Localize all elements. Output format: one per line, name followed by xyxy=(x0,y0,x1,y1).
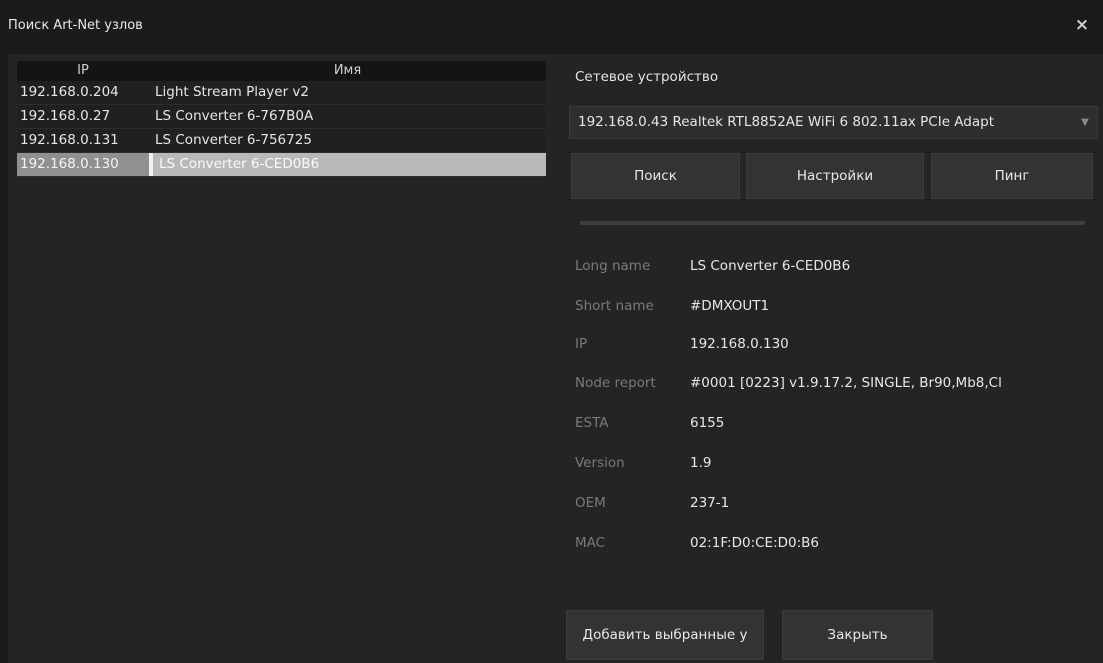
search-button[interactable]: Поиск xyxy=(571,153,740,199)
add-selected-button[interactable]: Добавить выбранные у xyxy=(566,610,764,660)
divider xyxy=(580,221,1085,225)
window-title: Поиск Art-Net узлов xyxy=(8,18,143,33)
row-ip: 192.168.0.27 xyxy=(20,108,111,124)
detail-label-node-report: Node report xyxy=(575,375,656,391)
detail-label-oem: OEM xyxy=(575,495,606,511)
detail-value-node-report: #0001 [0223] v1.9.17.2, SINGLE, Br90,Mb8… xyxy=(690,375,1002,391)
row-name: LS Converter 6-767B0A xyxy=(155,108,314,124)
table-row[interactable]: 192.168.0.204 Light Stream Player v2 xyxy=(17,81,546,105)
row-ip: 192.168.0.204 xyxy=(20,84,119,100)
row-ip: 192.168.0.130 xyxy=(17,153,149,176)
detail-label-ip: IP xyxy=(575,336,588,352)
chevron-down-icon[interactable]: ▼ xyxy=(1073,107,1097,138)
table-row[interactable]: 192.168.0.27 LS Converter 6-767B0A xyxy=(17,105,546,129)
close-icon[interactable]: × xyxy=(1071,14,1093,36)
detail-value-ip: 192.168.0.130 xyxy=(690,336,789,352)
row-name: Light Stream Player v2 xyxy=(155,84,309,100)
row-name: LS Converter 6-CED0B6 xyxy=(153,153,546,176)
title-bar: Поиск Art-Net узлов × xyxy=(0,0,1103,54)
detail-label-esta: ESTA xyxy=(575,415,609,431)
column-header-name[interactable]: Имя xyxy=(149,61,546,81)
network-device-label: Сетевое устройство xyxy=(575,69,719,85)
detail-value-mac: 02:1F:D0:CE:D0:B6 xyxy=(690,535,820,551)
table-header: IP Имя xyxy=(17,61,546,81)
ping-button[interactable]: Пинг xyxy=(931,153,1093,199)
detail-value-esta: 6155 xyxy=(690,415,725,431)
row-ip: 192.168.0.131 xyxy=(20,132,119,148)
network-device-select[interactable]: 192.168.0.43 Realtek RTL8852AE WiFi 6 80… xyxy=(569,106,1098,139)
row-name: LS Converter 6-756725 xyxy=(155,132,312,148)
detail-value-version: 1.9 xyxy=(690,455,712,471)
column-header-ip[interactable]: IP xyxy=(17,61,149,81)
close-button[interactable]: Закрыть xyxy=(782,610,933,660)
table-row-selected[interactable]: 192.168.0.130 LS Converter 6-CED0B6 xyxy=(17,153,546,177)
table-row[interactable]: 192.168.0.131 LS Converter 6-756725 xyxy=(17,129,546,153)
detail-value-long-name: LS Converter 6-CED0B6 xyxy=(690,258,851,274)
detail-label-mac: MAC xyxy=(575,535,606,551)
settings-button[interactable]: Настройки xyxy=(746,153,924,199)
detail-label-long-name: Long name xyxy=(575,258,651,274)
detail-label-short-name: Short name xyxy=(575,298,654,314)
network-device-value: 192.168.0.43 Realtek RTL8852AE WiFi 6 80… xyxy=(578,114,995,130)
detail-value-short-name: #DMXOUT1 xyxy=(690,298,770,314)
detail-value-oem: 237-1 xyxy=(690,495,730,511)
detail-label-version: Version xyxy=(575,455,625,471)
nodes-table: IP Имя 192.168.0.204 Light Stream Player… xyxy=(17,61,546,177)
